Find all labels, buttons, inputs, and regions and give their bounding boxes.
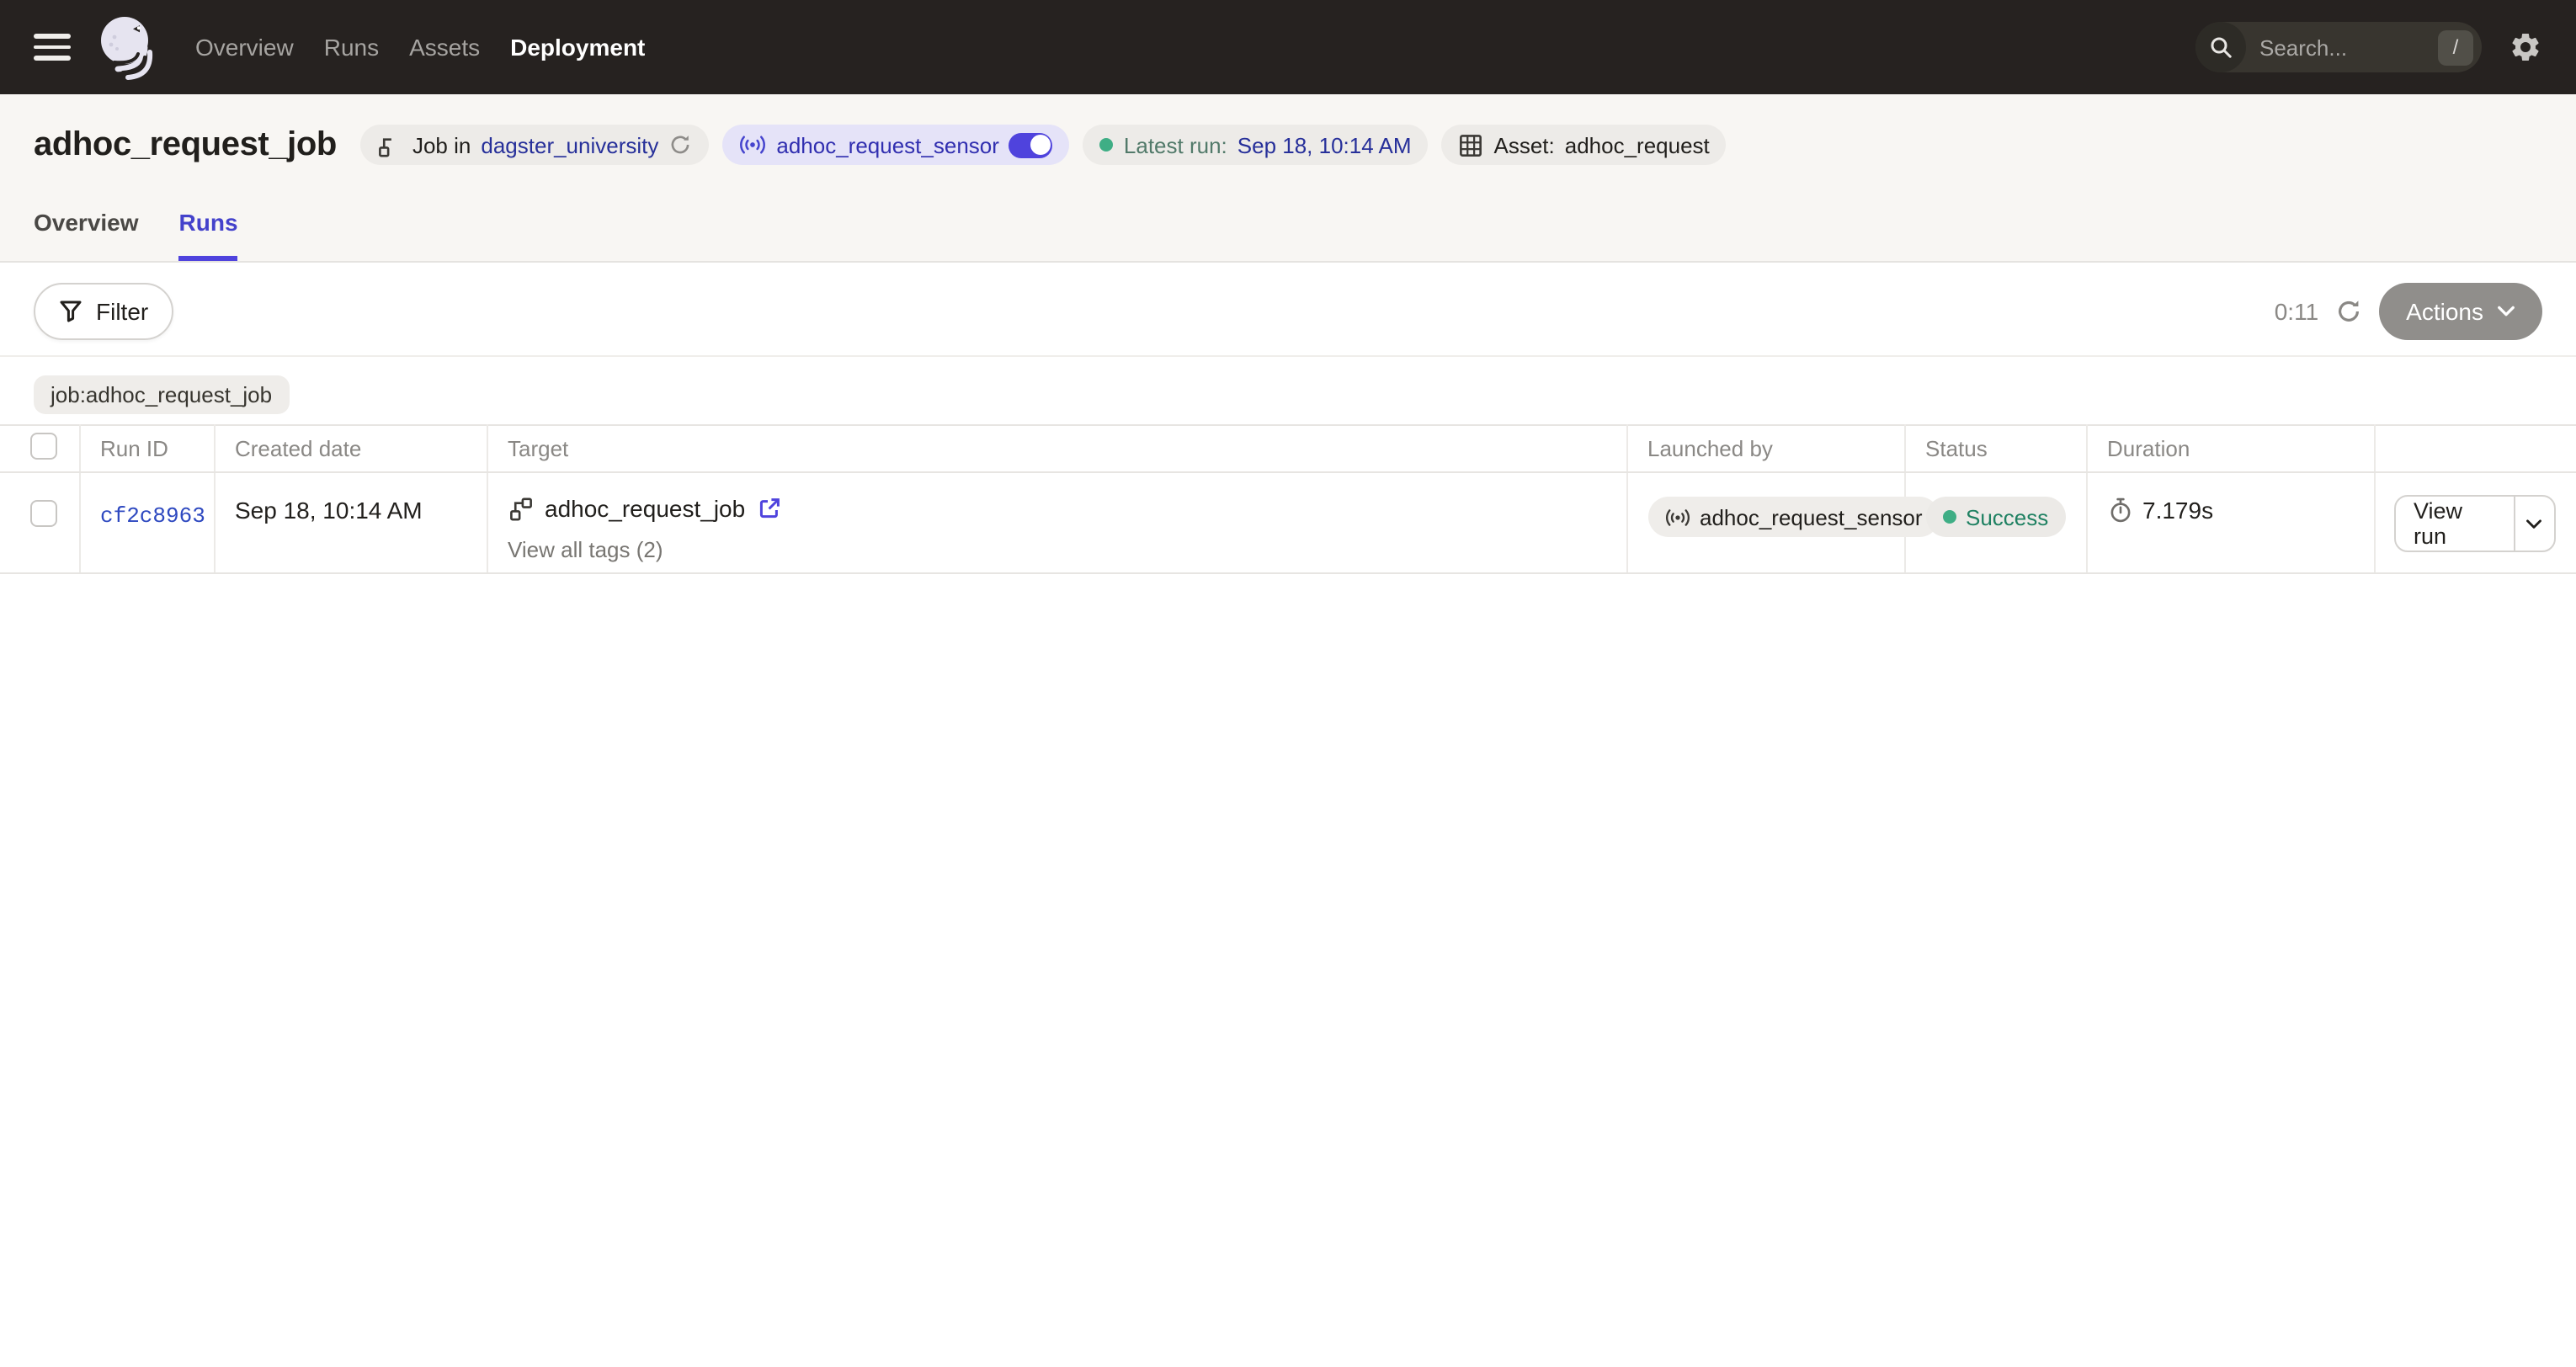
col-created-date: Created date [214, 425, 487, 472]
actions-button-label: Actions [2406, 298, 2483, 325]
filter-button[interactable]: Filter [34, 283, 173, 340]
sensor-icon [1664, 506, 1690, 528]
tab-runs[interactable]: Runs [179, 209, 238, 261]
latest-run-label: Latest run: [1124, 132, 1227, 157]
main-nav: Overview Runs Assets Deployment [195, 34, 645, 61]
asset-grid-icon [1459, 132, 1484, 157]
page-header: adhoc_request_job Job in dagster_univers… [0, 94, 2576, 263]
latest-run-status-dot [1100, 138, 1114, 152]
top-nav: Overview Runs Assets Deployment Search..… [0, 0, 2576, 94]
asset-link[interactable]: adhoc_request [1565, 132, 1710, 157]
app: Overview Runs Assets Deployment Search..… [0, 0, 2576, 1367]
col-duration: Duration [2086, 425, 2374, 472]
col-status: Status [1904, 425, 2086, 472]
dagster-logo[interactable] [94, 13, 158, 81]
stopwatch-icon [2107, 497, 2132, 524]
search-shortcut-key: / [2438, 29, 2473, 65]
launched-by-label: adhoc_request_sensor [1700, 504, 1923, 529]
select-all-checkbox[interactable] [30, 433, 57, 460]
actions-button[interactable]: Actions [2379, 283, 2542, 340]
table-row: cf2c8963 Sep 18, 10:14 AM adhoc_request_… [0, 472, 2576, 573]
search-icon [2195, 22, 2246, 72]
open-in-new-icon[interactable] [757, 497, 780, 520]
job-icon [377, 132, 402, 157]
chevron-down-icon [2526, 518, 2543, 529]
search-placeholder: Search... [2246, 35, 2438, 60]
nav-runs[interactable]: Runs [324, 34, 379, 61]
col-target: Target [487, 425, 1626, 472]
header-badges: Job in dagster_university adhoc_request_… [360, 125, 1727, 165]
nav-assets[interactable]: Assets [409, 34, 480, 61]
nav-overview[interactable]: Overview [195, 34, 294, 61]
sensor-icon [739, 133, 766, 157]
created-date: Sep 18, 10:14 AM [235, 497, 423, 524]
page-title: adhoc_request_job [34, 125, 337, 164]
filter-button-label: Filter [96, 298, 148, 325]
duration-value: 7.179s [2142, 497, 2213, 524]
filter-tag[interactable]: job:adhoc_request_job [34, 375, 289, 414]
applied-filters-row: job:adhoc_request_job [0, 357, 2576, 424]
job-icon [508, 496, 533, 521]
gear-icon[interactable] [2509, 30, 2542, 64]
tab-overview[interactable]: Overview [34, 209, 139, 261]
launched-by-pill[interactable]: adhoc_request_sensor [1647, 497, 1940, 537]
view-run-split-button: View run [2393, 495, 2556, 552]
view-run-dropdown-button[interactable] [2514, 497, 2554, 551]
status-label: Success [1966, 504, 2048, 529]
filter-funnel-icon [59, 300, 82, 323]
chevron-down-icon [2497, 305, 2515, 318]
job-badge-prefix: Job in [412, 132, 471, 157]
status-badge: Success [1925, 497, 2065, 537]
dagster-octopus-icon [94, 13, 158, 81]
row-checkbox[interactable] [30, 500, 57, 527]
col-run-id: Run ID [79, 425, 214, 472]
menu-icon[interactable] [34, 34, 71, 61]
runs-toolbar: Filter 0:11 Actions [0, 263, 2576, 357]
run-id-link[interactable]: cf2c8963 [100, 503, 205, 529]
sensor-toggle[interactable] [1009, 132, 1053, 157]
asset-badge: Asset: adhoc_request [1442, 125, 1727, 165]
search-input[interactable]: Search... / [2195, 22, 2482, 72]
sensor-badge: adhoc_request_sensor [722, 125, 1070, 165]
view-all-tags-link[interactable]: View all tags (2) [508, 537, 663, 562]
col-actions [2374, 425, 2576, 472]
view-run-button[interactable]: View run [2395, 497, 2514, 551]
table-header-row: Run ID Created date Target Launched by S… [0, 425, 2576, 472]
nav-deployment[interactable]: Deployment [510, 34, 645, 61]
job-location-badge: Job in dagster_university [360, 125, 709, 165]
sensor-link[interactable]: adhoc_request_sensor [776, 132, 999, 157]
status-dot [1942, 510, 1956, 524]
refresh-icon[interactable] [2335, 298, 2362, 325]
target-job-link[interactable]: adhoc_request_job [545, 495, 745, 522]
latest-run-badge: Latest run: Sep 18, 10:14 AM [1083, 125, 1429, 165]
col-launched-by: Launched by [1626, 425, 1904, 472]
page-tabs: Overview Runs [34, 209, 2542, 261]
latest-run-link[interactable]: Sep 18, 10:14 AM [1237, 132, 1412, 157]
refresh-countdown: 0:11 [2275, 298, 2318, 325]
reload-location-icon[interactable] [668, 133, 692, 157]
code-location-link[interactable]: dagster_university [481, 132, 658, 157]
asset-badge-label: Asset: [1494, 132, 1555, 157]
runs-table: Run ID Created date Target Launched by S… [0, 424, 2576, 574]
